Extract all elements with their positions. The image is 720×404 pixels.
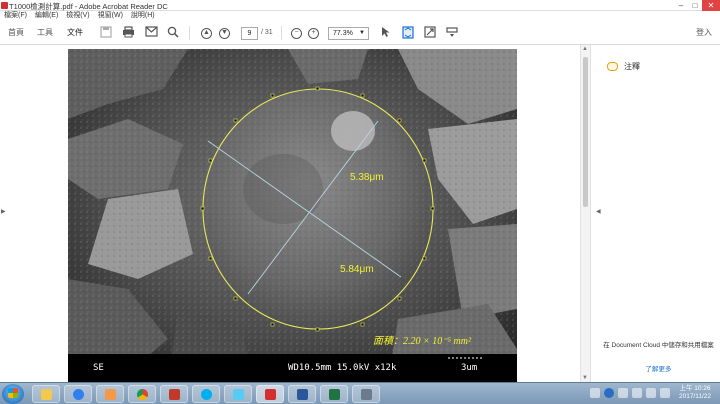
- menu-edit[interactable]: 編輯(E): [35, 11, 58, 21]
- window-controls: – □ ✕: [674, 0, 720, 11]
- minimize-button[interactable]: –: [674, 0, 688, 11]
- internet-explorer-icon: [73, 389, 84, 400]
- chevron-down-icon: ▼: [359, 30, 365, 36]
- toolbar: 首頁 工具 文件 ▲ ▼ 9 / 31 − + 77.3% ▼ 登入: [0, 21, 720, 45]
- windows-logo-icon: [8, 388, 18, 398]
- acrobat-icon: [265, 389, 276, 400]
- taskbar-explorer[interactable]: [32, 385, 60, 403]
- signin-link[interactable]: 登入: [696, 21, 712, 45]
- document-cloud-promo: 在 Document Cloud 中儲存和共用檔案: [603, 342, 714, 349]
- sem-image: 5.38μm 5.84μm 面積：2.20 × 10⁻⁵ mm² SE WD10…: [68, 49, 517, 382]
- measure-label-bottom: 5.84μm: [340, 264, 374, 275]
- email-icon[interactable]: [144, 26, 158, 40]
- title-bar: T1000檢測計算.pdf - Adobe Acrobat Reader DC …: [0, 0, 720, 11]
- zoom-out-icon[interactable]: −: [291, 28, 302, 39]
- taskbar-skype[interactable]: [192, 385, 220, 403]
- network-icon[interactable]: [618, 388, 628, 398]
- scroll-up-icon[interactable]: ▲: [582, 46, 588, 52]
- print-icon[interactable]: [121, 26, 135, 40]
- sem-scale-label: 3um: [461, 363, 477, 373]
- clock-date: 2017/11/22: [678, 393, 712, 400]
- zoom-select[interactable]: 77.3% ▼: [328, 27, 369, 40]
- scrollbar-thumb[interactable]: [583, 57, 588, 207]
- taskbar-word[interactable]: [288, 385, 316, 403]
- select-tool-icon[interactable]: [379, 26, 393, 40]
- page-number-input[interactable]: 9: [241, 27, 258, 40]
- right-tool-pane: ◀ 注釋 在 Document Cloud 中儲存和共用檔案 了解更多: [590, 45, 720, 382]
- windows-taskbar: 上午 10:26 2017/11/22: [0, 382, 720, 404]
- tab-tools[interactable]: 工具: [37, 21, 53, 45]
- acrobat-window: T1000檢測計算.pdf - Adobe Acrobat Reader DC …: [0, 0, 720, 404]
- menu-view[interactable]: 檢視(V): [66, 11, 89, 21]
- zoom-value: 77.3%: [333, 30, 353, 37]
- fit-page-icon[interactable]: [401, 26, 415, 40]
- sem-info-label: WD10.5mm 15.0kV x12k: [288, 363, 397, 373]
- flag-icon[interactable]: [646, 388, 656, 398]
- acrobat-app-icon: [1, 2, 8, 9]
- close-button[interactable]: ✕: [702, 0, 720, 11]
- learn-more-link[interactable]: 了解更多: [601, 363, 716, 373]
- read-mode-icon[interactable]: [445, 26, 459, 40]
- tab-document[interactable]: 文件: [67, 21, 83, 45]
- system-tray: [590, 388, 670, 398]
- word-icon: [297, 389, 308, 400]
- start-button[interactable]: [2, 384, 24, 404]
- menu-file[interactable]: 檔案(F): [4, 11, 27, 21]
- document-area[interactable]: ▶ 5.38μm 5.84μm 面積：2.20 × 10⁻⁵ mm² SE WD…: [0, 45, 590, 382]
- menu-help[interactable]: 說明(H): [131, 11, 155, 21]
- taskbar-app[interactable]: [224, 385, 252, 403]
- full-screen-icon[interactable]: [423, 26, 437, 40]
- taskbar-wps[interactable]: [160, 385, 188, 403]
- volume-icon[interactable]: [632, 388, 642, 398]
- app-icon: [361, 389, 372, 400]
- tray-arrow-icon[interactable]: [590, 388, 600, 398]
- search-icon[interactable]: [166, 26, 180, 40]
- page-total: / 31: [261, 29, 273, 36]
- taskbar-app-2[interactable]: [352, 385, 380, 403]
- taskbar-ie[interactable]: [64, 385, 92, 403]
- collapse-pane-icon[interactable]: ◀: [596, 208, 601, 215]
- left-panel-expand-icon[interactable]: ▶: [1, 208, 6, 215]
- app-icon: [233, 389, 244, 400]
- ime-icon[interactable]: [660, 388, 670, 398]
- help-icon[interactable]: [604, 388, 614, 398]
- area-label: 面積：2.20 × 10⁻⁵ mm²: [373, 335, 472, 347]
- scroll-down-icon[interactable]: ▼: [582, 375, 588, 381]
- toolbar-divider: [281, 26, 282, 40]
- folder-icon: [41, 389, 52, 400]
- clock-time: 上午 10:26: [679, 385, 711, 392]
- chrome-icon: [137, 389, 148, 400]
- measure-label-top: 5.38μm: [350, 172, 384, 183]
- taskbar-chrome[interactable]: [128, 385, 156, 403]
- media-player-icon: [105, 389, 116, 400]
- menu-window[interactable]: 視窗(W): [98, 11, 123, 21]
- comment-label: 注釋: [624, 62, 640, 71]
- vertical-scrollbar[interactable]: ▲ ▼: [580, 45, 590, 382]
- previous-page-icon[interactable]: ▲: [201, 28, 212, 39]
- sem-detector-label: SE: [93, 363, 104, 373]
- menu-bar: 檔案(F) 編輯(E) 檢視(V) 視窗(W) 說明(H): [0, 11, 720, 21]
- skype-icon: [201, 389, 212, 400]
- wps-icon: [169, 389, 180, 400]
- toolbar-divider: [189, 26, 190, 40]
- taskbar-excel[interactable]: [320, 385, 348, 403]
- save-icon[interactable]: [99, 26, 113, 40]
- tab-home[interactable]: 首頁: [8, 21, 24, 45]
- taskbar-clock[interactable]: 上午 10:26 2017/11/22: [674, 385, 716, 401]
- next-page-icon[interactable]: ▼: [219, 28, 230, 39]
- taskbar-media[interactable]: [96, 385, 124, 403]
- excel-icon: [329, 389, 340, 400]
- taskbar-acrobat[interactable]: [256, 385, 284, 403]
- zoom-in-icon[interactable]: +: [308, 28, 319, 39]
- maximize-button[interactable]: □: [688, 0, 702, 11]
- comment-icon: [607, 62, 618, 71]
- comment-tool[interactable]: 注釋: [607, 61, 640, 72]
